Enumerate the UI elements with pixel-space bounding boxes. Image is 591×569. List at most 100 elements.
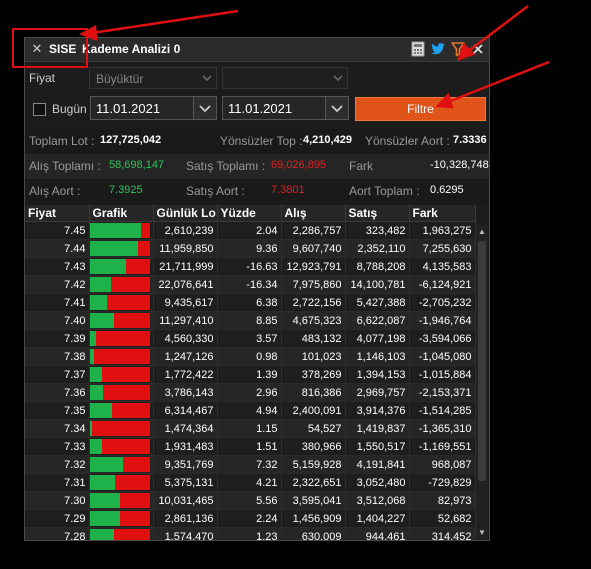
filter-icon[interactable] xyxy=(450,41,466,57)
date-to-dropdown-button[interactable] xyxy=(325,97,348,119)
table-row[interactable]: 7.31 5,375,131 4.21 2,322,651 3,052,480 -729,… xyxy=(25,473,476,492)
table-row[interactable]: 7.41 9,435,617 6.38 2,722,156 5,427,388 -2,70… xyxy=(25,293,476,312)
date-from-picker[interactable]: 11.01.2021 xyxy=(90,96,217,120)
column-header-fiyat[interactable]: Fiyat xyxy=(25,205,90,222)
cell-gunluk-lot: 9,435,617 xyxy=(153,293,218,312)
scrollbar-thumb[interactable] xyxy=(478,241,486,481)
ratio-bar-buy-fill xyxy=(89,529,114,540)
cell-gunluk-lot: 22,076,641 xyxy=(153,275,218,294)
vertical-scrollbar[interactable]: ▲ ▼ xyxy=(476,225,488,540)
cell-fark: 1,963,275 xyxy=(409,221,476,240)
table-row[interactable]: 7.36 3,786,143 2.96 816,386 2,969,757 -2,153,… xyxy=(25,383,476,402)
cell-alis: 2,286,757 xyxy=(281,221,346,240)
cell-yuzde: 9.36 xyxy=(217,239,282,258)
cell-alis: 1,456,909 xyxy=(281,509,346,528)
cell-yuzde: 1.15 xyxy=(217,419,282,438)
cell-satis: 1,404,227 xyxy=(345,509,410,528)
cell-fark: -1,365,310 xyxy=(409,419,476,438)
table-row[interactable]: 7.42 22,076,641 -16.34 7,975,860 14,100,781-… xyxy=(25,275,476,294)
title-bar[interactable]: ✕ SISE Kademe Analizi 0 xyxy=(25,38,489,62)
table-header-row: Fiyat Grafik Günlük Lo Yüzde Alış Satış … xyxy=(25,205,476,222)
yonsuzler-top-value: 4,210,429 xyxy=(303,134,352,146)
table-row[interactable]: 7.43 21,711,999 -16.63 12,923,791 8,788,208 4… xyxy=(25,257,476,276)
cell-yuzde: 2.04 xyxy=(217,221,282,240)
cell-gunluk-lot: 2,861,136 xyxy=(153,509,218,528)
cell-fark: -2,705,232 xyxy=(409,293,476,312)
cell-gunluk-lot: 11,959,850 xyxy=(153,239,218,258)
chevron-down-icon xyxy=(331,105,343,113)
cell-yuzde: 1.39 xyxy=(217,365,282,384)
cell-satis: 323,482 xyxy=(345,221,410,240)
column-header-grafik[interactable]: Grafik xyxy=(89,205,154,222)
twitter-icon[interactable] xyxy=(430,41,446,57)
close-icon[interactable] xyxy=(470,41,486,57)
yonsuzler-aort-value: 7.3336 xyxy=(453,134,487,146)
cell-grafik xyxy=(89,275,154,294)
ratio-bar xyxy=(89,439,150,454)
cell-gunluk-lot: 1,931,483 xyxy=(153,437,218,456)
ratio-bar-buy-fill xyxy=(89,403,113,418)
cell-gunluk-lot: 1,474,364 xyxy=(153,419,218,438)
ratio-bar xyxy=(89,241,150,256)
cell-fiyat: 7.42 xyxy=(25,275,90,294)
fiyat-value-select[interactable] xyxy=(222,67,348,89)
scroll-up-icon[interactable]: ▲ xyxy=(476,225,488,239)
cell-fiyat: 7.30 xyxy=(25,491,90,510)
ratio-bar-buy-fill xyxy=(89,313,115,328)
cell-fiyat: 7.34 xyxy=(25,419,90,438)
cell-fiyat: 7.43 xyxy=(25,257,90,276)
table-row[interactable]: 7.28 1,574,470 1.23 630,009 944,461 314,452 xyxy=(25,527,476,540)
cell-alis: 5,159,928 xyxy=(281,455,346,474)
ratio-bar xyxy=(89,403,150,418)
cell-satis: 5,427,388 xyxy=(345,293,410,312)
filtre-button[interactable]: Filtre xyxy=(355,97,486,121)
date-to-picker[interactable]: 11.01.2021 xyxy=(222,96,349,120)
cell-fark: -1,045,080 xyxy=(409,347,476,366)
column-header-gunluk-lot[interactable]: Günlük Lo xyxy=(153,205,218,222)
cell-satis: 1,394,153 xyxy=(345,365,410,384)
cell-gunluk-lot: 21,711,999 xyxy=(153,257,218,276)
column-header-yuzde[interactable]: Yüzde xyxy=(217,205,282,222)
ratio-bar-buy-fill xyxy=(89,241,138,256)
cell-alis: 2,400,091 xyxy=(281,401,346,420)
table-row[interactable]: 7.37 1,772,422 1.39 378,269 1,394,153 -1,015,… xyxy=(25,365,476,384)
alis-toplami-value: 58,698,147 xyxy=(109,159,165,171)
cell-satis: 4,191,841 xyxy=(345,455,410,474)
table-row[interactable]: 7.35 6,314,467 4.94 2,400,091 3,914,376 -1,51… xyxy=(25,401,476,420)
table-row[interactable]: 7.44 11,959,850 9.36 9,607,740 2,352,110 7,25… xyxy=(25,239,476,258)
cell-alis: 101,023 xyxy=(281,347,346,366)
bugun-checkbox[interactable] xyxy=(33,103,46,116)
table-row[interactable]: 7.39 4,560,330 3.57 483,132 4,077,198 -3,594,… xyxy=(25,329,476,348)
cell-fiyat: 7.32 xyxy=(25,455,90,474)
cell-satis: 14,100,781 xyxy=(345,275,410,294)
ratio-bar xyxy=(89,511,150,526)
cell-satis: 3,914,376 xyxy=(345,401,410,420)
calculator-icon[interactable] xyxy=(410,41,426,57)
cell-fark: -1,946,764 xyxy=(409,311,476,330)
date-from-value: 11.01.2021 xyxy=(96,101,161,116)
column-header-satis[interactable]: Satış xyxy=(345,205,410,222)
fiyat-operator-select[interactable]: Büyüktür xyxy=(89,67,217,89)
column-header-fark[interactable]: Fark xyxy=(409,205,476,222)
table-row[interactable]: 7.40 11,297,410 8.85 4,675,323 6,622,087 -1,9… xyxy=(25,311,476,330)
column-header-alis[interactable]: Alış xyxy=(281,205,346,222)
ratio-bar xyxy=(89,367,150,382)
ratio-bar xyxy=(89,421,150,436)
ratio-bar xyxy=(89,223,150,238)
cell-gunluk-lot: 1,772,422 xyxy=(153,365,218,384)
cell-grafik xyxy=(89,419,154,438)
aort-toplam-value: 0.6295 xyxy=(430,184,464,196)
table-row[interactable]: 7.30 10,031,465 5.56 3,595,041 3,512,068 82,9… xyxy=(25,491,476,510)
bugun-label: Bugün xyxy=(52,102,87,116)
cell-fiyat: 7.31 xyxy=(25,473,90,492)
table-row[interactable]: 7.32 9,351,769 7.32 5,159,928 4,191,841 968,0… xyxy=(25,455,476,474)
table-row[interactable]: 7.38 1,247,126 0.98 101,023 1,146,103 -1,045,… xyxy=(25,347,476,366)
scroll-down-icon[interactable]: ▼ xyxy=(476,526,488,540)
table-row[interactable]: 7.33 1,931,483 1.51 380,966 1,550,517 -1,169,… xyxy=(25,437,476,456)
cell-satis: 1,419,837 xyxy=(345,419,410,438)
table-row[interactable]: 7.29 2,861,136 2.24 1,456,909 1,404,227 52,68… xyxy=(25,509,476,528)
table-row[interactable]: 7.45 2,610,239 2.04 2,286,757 323,482 1,963,2… xyxy=(25,221,476,240)
date-from-dropdown-button[interactable] xyxy=(193,97,216,119)
cell-yuzde: 2.96 xyxy=(217,383,282,402)
table-row[interactable]: 7.34 1,474,364 1.15 54,527 1,419,837 -1,365,3… xyxy=(25,419,476,438)
